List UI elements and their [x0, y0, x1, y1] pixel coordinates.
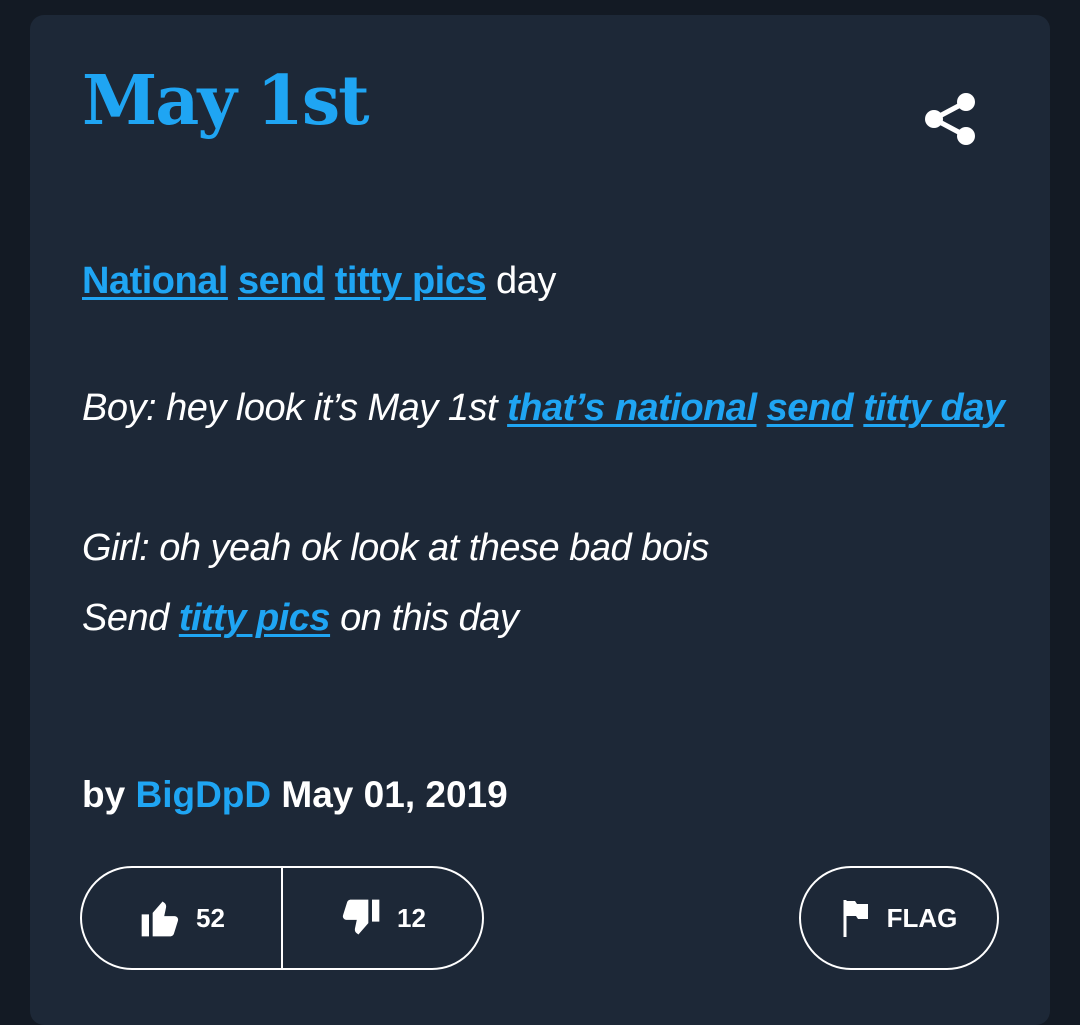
downvote-button[interactable]: 12 [283, 868, 482, 968]
example-text-boy: Boy: hey look it’s May 1st [82, 387, 508, 429]
example-link-thats-national[interactable]: that’s national [507, 387, 757, 429]
flag-icon [843, 900, 868, 937]
definition-card: May 1st National send titty pics day Boy… [30, 15, 1050, 1025]
example-text: Boy: hey look it’s May 1st that’s nation… [82, 373, 1012, 653]
example-send-suffix: on this day [330, 597, 519, 639]
byline: by BigDpD May 01, 2019 [82, 767, 508, 823]
word-title[interactable]: May 1st [82, 67, 370, 135]
upvote-button[interactable]: 52 [82, 868, 281, 968]
vote-buttons: 52 12 [80, 866, 484, 970]
example-blank-line [82, 443, 1012, 513]
author-link[interactable]: BigDpD [135, 774, 271, 815]
definition-text: National send titty pics day [82, 253, 1012, 309]
flag-label: FLAG [886, 902, 958, 933]
downvote-count: 12 [397, 902, 426, 933]
example-link-titty-day[interactable]: titty day [863, 387, 1005, 429]
byline-prefix: by [82, 774, 126, 815]
byline-date: May 01, 2019 [281, 774, 508, 815]
example-line-send: Send titty pics on this day [82, 583, 1012, 653]
upvote-count: 52 [196, 902, 225, 933]
definition-link-send[interactable]: send [238, 260, 325, 302]
definition-link-national[interactable]: National [82, 260, 228, 302]
example-link-titty-pics[interactable]: titty pics [179, 597, 331, 639]
example-line-girl: Girl: oh yeah ok look at these bad bois [82, 527, 709, 569]
thumbs-up-icon [141, 901, 179, 937]
flag-button[interactable]: FLAG [799, 866, 999, 970]
thumbs-down-icon [342, 899, 380, 935]
example-send-prefix: Send [82, 597, 179, 639]
example-link-send[interactable]: send [767, 387, 854, 429]
share-icon[interactable] [920, 89, 980, 149]
example-line-boy: Boy: hey look it’s May 1st that’s nation… [82, 373, 1012, 443]
definition-link-titty-pics[interactable]: titty pics [335, 260, 487, 302]
definition-tail: day [496, 260, 556, 302]
